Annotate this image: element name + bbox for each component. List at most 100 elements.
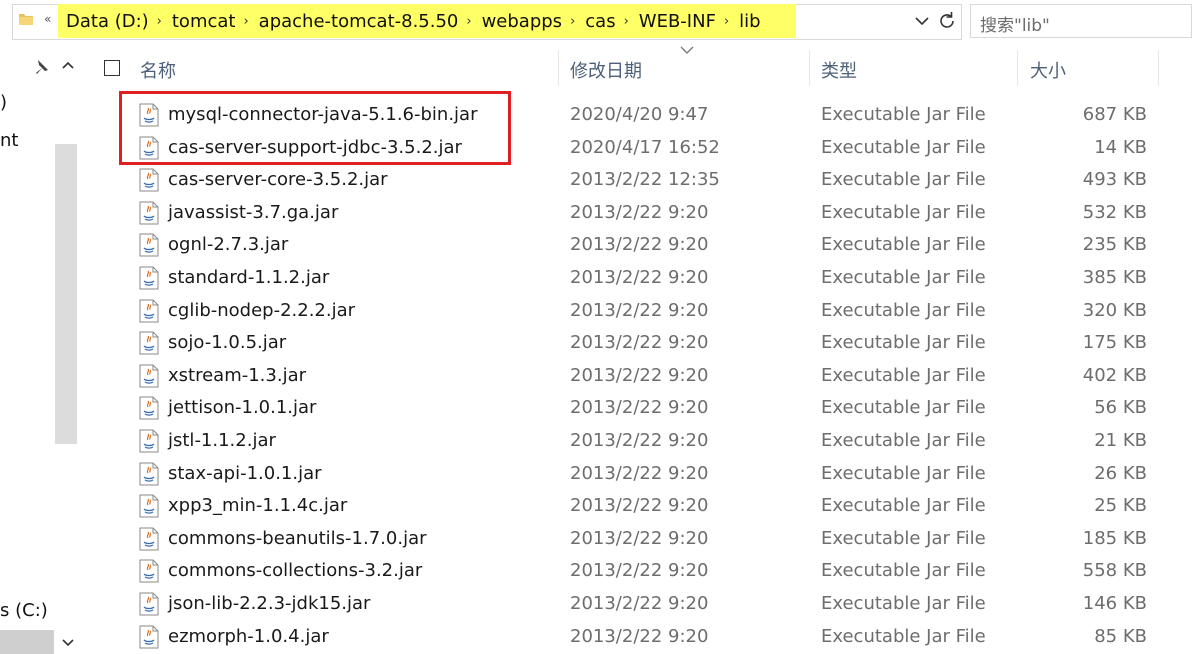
- breadcrumb-separator-icon[interactable]: ›: [568, 14, 577, 29]
- nav-item-fragment[interactable]: nt: [0, 130, 18, 151]
- java-jar-icon: [138, 592, 160, 616]
- file-date: 2013/2/22 9:20: [570, 266, 709, 288]
- file-name: cglib-nodep-2.2.2.jar: [168, 299, 356, 321]
- search-input[interactable]: 搜索"lib": [970, 4, 1192, 38]
- select-all-checkbox[interactable]: [104, 60, 120, 76]
- file-date: 2013/2/22 9:20: [570, 201, 709, 223]
- java-jar-icon: [138, 527, 160, 551]
- file-row[interactable]: javassist-3.7.ga.jar 2013/2/22 9:20 Execut…: [90, 197, 1200, 230]
- java-jar-icon: [138, 494, 160, 518]
- breadcrumb-segment[interactable]: cas: [577, 11, 621, 32]
- file-type: Executable Jar File: [821, 266, 986, 288]
- breadcrumb-separator-icon[interactable]: ›: [464, 14, 473, 29]
- file-row[interactable]: cas-server-support-jdbc-3.5.2.jar 2020/4/…: [90, 132, 1200, 165]
- java-jar-icon: [138, 103, 160, 127]
- file-size: 85 KB: [1094, 625, 1147, 647]
- file-date: 2020/4/20 9:47: [570, 104, 709, 125]
- column-name[interactable]: 名称: [140, 57, 176, 83]
- column-divider[interactable]: [1158, 50, 1159, 86]
- column-size[interactable]: 大小: [1030, 57, 1066, 83]
- file-size: 21 KB: [1094, 429, 1147, 451]
- breadcrumb-overflow[interactable]: «: [44, 12, 51, 26]
- scrollbar-thumb[interactable]: [55, 144, 77, 444]
- java-jar-icon: [138, 201, 160, 225]
- breadcrumb-segment[interactable]: lib: [731, 11, 766, 32]
- file-size: 532 KB: [1082, 201, 1147, 223]
- file-row[interactable]: mysql-connector-java-5.1.6-bin.jar 2020/4…: [90, 99, 1200, 132]
- column-divider[interactable]: [558, 50, 559, 86]
- file-row[interactable]: commons-collections-3.2.jar 2013/2/22 9:2…: [90, 555, 1200, 588]
- file-row[interactable]: xstream-1.3.jar 2013/2/22 9:20 Executable …: [90, 360, 1200, 393]
- file-size: 320 KB: [1082, 299, 1147, 321]
- file-size: 385 KB: [1082, 266, 1147, 288]
- chevron-down-icon[interactable]: [912, 8, 932, 34]
- file-name: ognl-2.7.3.jar: [168, 234, 289, 256]
- file-name: xpp3_min-1.1.4c.jar: [168, 495, 348, 517]
- java-jar-icon: [138, 233, 160, 257]
- file-name: cas-server-core-3.5.2.jar: [168, 169, 388, 191]
- breadcrumb-segment[interactable]: Data (D:): [58, 11, 155, 32]
- file-name: commons-collections-3.2.jar: [168, 560, 423, 582]
- java-jar-icon: [138, 396, 160, 420]
- file-name: standard-1.1.2.jar: [168, 266, 330, 288]
- file-row[interactable]: ezmorph-1.0.4.jar 2013/2/22 9:20 Executabl…: [90, 621, 1200, 654]
- file-type: Executable Jar File: [821, 104, 986, 125]
- file-type: Executable Jar File: [821, 397, 986, 419]
- file-size: 558 KB: [1082, 560, 1147, 582]
- file-row[interactable]: ognl-2.7.3.jar 2013/2/22 9:20 Executable J…: [90, 229, 1200, 262]
- file-size: 185 KB: [1082, 527, 1147, 549]
- file-type: Executable Jar File: [821, 560, 986, 582]
- file-size: 26 KB: [1094, 462, 1147, 484]
- file-type: Executable Jar File: [821, 527, 986, 549]
- column-divider[interactable]: [809, 50, 810, 86]
- pin-icon[interactable]: [32, 58, 50, 76]
- file-row[interactable]: sojo-1.0.5.jar 2013/2/22 9:20 Executable J…: [90, 327, 1200, 360]
- file-row[interactable]: jstl-1.1.2.jar 2013/2/22 9:20 Executable J…: [90, 425, 1200, 458]
- file-type: Executable Jar File: [821, 136, 986, 158]
- file-size: 175 KB: [1082, 332, 1147, 354]
- nav-item-fragment[interactable]: ): [0, 92, 7, 113]
- breadcrumb-segment[interactable]: apache-tomcat-8.5.50: [251, 11, 465, 32]
- breadcrumb-segment[interactable]: tomcat: [164, 11, 242, 32]
- breadcrumb-separator-icon[interactable]: ›: [155, 14, 164, 29]
- breadcrumb-separator-icon[interactable]: ›: [722, 14, 731, 29]
- search-placeholder: 搜索"lib": [980, 16, 1050, 36]
- file-date: 2013/2/22 9:20: [570, 625, 709, 647]
- file-date: 2013/2/22 9:20: [570, 299, 709, 321]
- file-row[interactable]: cas-server-core-3.5.2.jar 2013/2/22 12:35…: [90, 164, 1200, 197]
- column-header: 名称 修改日期 类型 大小: [90, 44, 1200, 92]
- file-name: xstream-1.3.jar: [168, 364, 307, 386]
- java-jar-icon: [138, 559, 160, 583]
- java-jar-icon: [138, 299, 160, 323]
- column-date[interactable]: 修改日期: [570, 57, 642, 83]
- breadcrumb-segment[interactable]: WEB-INF: [631, 11, 722, 32]
- nav-item-selected[interactable]: [0, 630, 54, 654]
- file-size: 493 KB: [1082, 169, 1147, 191]
- java-jar-icon: [138, 429, 160, 453]
- scroll-down-icon[interactable]: [60, 634, 76, 650]
- file-list: mysql-connector-java-5.1.6-bin.jar 2020/4…: [90, 99, 1200, 653]
- breadcrumb-separator-icon[interactable]: ›: [622, 14, 631, 29]
- file-row[interactable]: jettison-1.0.1.jar 2013/2/22 9:20 Executab…: [90, 392, 1200, 425]
- file-row[interactable]: cglib-nodep-2.2.2.jar 2013/2/22 9:20 Execu…: [90, 295, 1200, 328]
- column-divider[interactable]: [1017, 50, 1018, 86]
- file-row[interactable]: commons-beanutils-1.7.0.jar 2013/2/22 9:2…: [90, 523, 1200, 556]
- file-name: json-lib-2.2.3-jdk15.jar: [168, 592, 371, 614]
- breadcrumb-segment[interactable]: webapps: [474, 11, 568, 32]
- nav-item-drive-c[interactable]: s (C:): [0, 600, 48, 621]
- refresh-icon[interactable]: [934, 8, 960, 34]
- sort-down-icon: [680, 46, 694, 54]
- file-row[interactable]: stax-api-1.0.1.jar 2013/2/22 9:20 Executab…: [90, 458, 1200, 491]
- file-row[interactable]: standard-1.1.2.jar 2013/2/22 9:20 Executab…: [90, 262, 1200, 295]
- breadcrumb-separator-icon[interactable]: ›: [241, 14, 250, 29]
- column-type[interactable]: 类型: [821, 57, 857, 83]
- file-row[interactable]: xpp3_min-1.1.4c.jar 2013/2/22 9:20 Executa…: [90, 490, 1200, 523]
- file-type: Executable Jar File: [821, 201, 986, 223]
- file-date: 2013/2/22 9:20: [570, 234, 709, 256]
- scroll-up-icon[interactable]: [60, 58, 76, 74]
- file-date: 2013/2/22 9:20: [570, 527, 709, 549]
- file-type: Executable Jar File: [821, 364, 986, 386]
- file-date: 2013/2/22 9:20: [570, 397, 709, 419]
- file-row[interactable]: json-lib-2.2.3-jdk15.jar 2013/2/22 9:20 Ex…: [90, 588, 1200, 621]
- java-jar-icon: [138, 364, 160, 388]
